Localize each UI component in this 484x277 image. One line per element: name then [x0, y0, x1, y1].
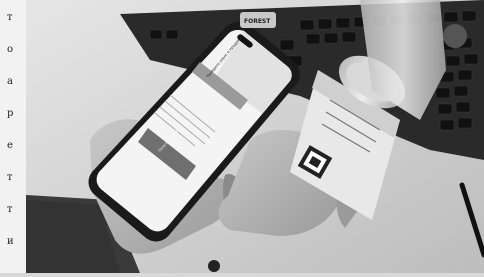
bottle-brand: FOREST: [244, 18, 271, 25]
side-letter: а: [7, 76, 13, 87]
side-letter: и: [7, 236, 14, 247]
side-letter: р: [7, 108, 14, 119]
photo-illustration: Пройдите опрос о продукте Получить товар: [26, 0, 484, 273]
photo-scene: Пройдите опрос о продукте Получить товар: [0, 0, 484, 273]
side-letter: т: [7, 12, 13, 23]
side-letter: е: [7, 140, 13, 151]
ring: [208, 260, 220, 272]
side-letter: т: [7, 204, 13, 215]
side-letter: т: [7, 172, 13, 183]
bottle-logo: [443, 24, 467, 48]
side-letter: о: [7, 44, 14, 55]
side-text-strip: т о а р е т т и: [0, 0, 26, 273]
